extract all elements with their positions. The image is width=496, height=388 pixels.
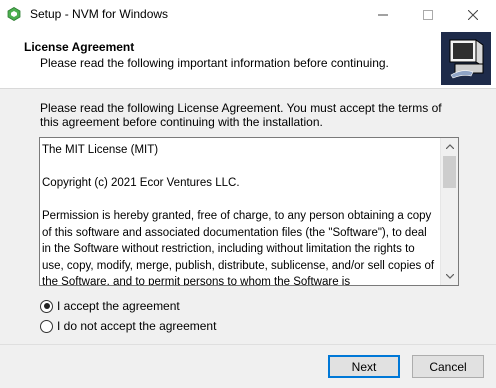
- accept-agreement-label: I accept the agreement: [57, 299, 180, 313]
- minimize-button[interactable]: [360, 0, 405, 30]
- radio-button-unselected[interactable]: [40, 319, 53, 333]
- scroll-down-arrow-icon: [445, 274, 454, 279]
- close-icon: [467, 10, 478, 20]
- footer-divider: [0, 344, 496, 345]
- page-title: License Agreement: [24, 40, 135, 54]
- app-icon: [7, 7, 21, 21]
- reject-agreement-label: I do not accept the agreement: [57, 319, 217, 333]
- maximize-icon: [422, 10, 433, 20]
- scroll-up-button[interactable]: [441, 138, 458, 155]
- reject-agreement-radio[interactable]: I do not accept the agreement: [40, 318, 216, 334]
- scroll-up-arrow-icon: [445, 144, 454, 149]
- next-button[interactable]: Next: [328, 355, 400, 378]
- accept-agreement-radio[interactable]: I accept the agreement: [40, 298, 180, 314]
- maximize-button[interactable]: [405, 0, 450, 30]
- cancel-button[interactable]: Cancel: [412, 355, 484, 378]
- vertical-scrollbar[interactable]: [440, 138, 458, 285]
- radio-button-selected[interactable]: [40, 299, 53, 313]
- scroll-down-button[interactable]: [441, 268, 458, 285]
- installer-computer-icon: [441, 32, 491, 85]
- scroll-thumb[interactable]: [443, 156, 456, 188]
- title-bar: Setup - NVM for Windows: [0, 0, 496, 30]
- page-subtitle: Please read the following important info…: [40, 56, 389, 70]
- license-text-box[interactable]: The MIT License (MIT) Copyright (c) 2021…: [39, 137, 459, 286]
- intro-text: Please read the following License Agreem…: [40, 101, 442, 129]
- minimize-icon: [377, 14, 388, 16]
- wizard-header: License Agreement Please read the follow…: [0, 30, 496, 89]
- close-button[interactable]: [450, 0, 495, 30]
- window-title: Setup - NVM for Windows: [30, 7, 169, 21]
- license-text: The MIT License (MIT) Copyright (c) 2021…: [42, 144, 435, 286]
